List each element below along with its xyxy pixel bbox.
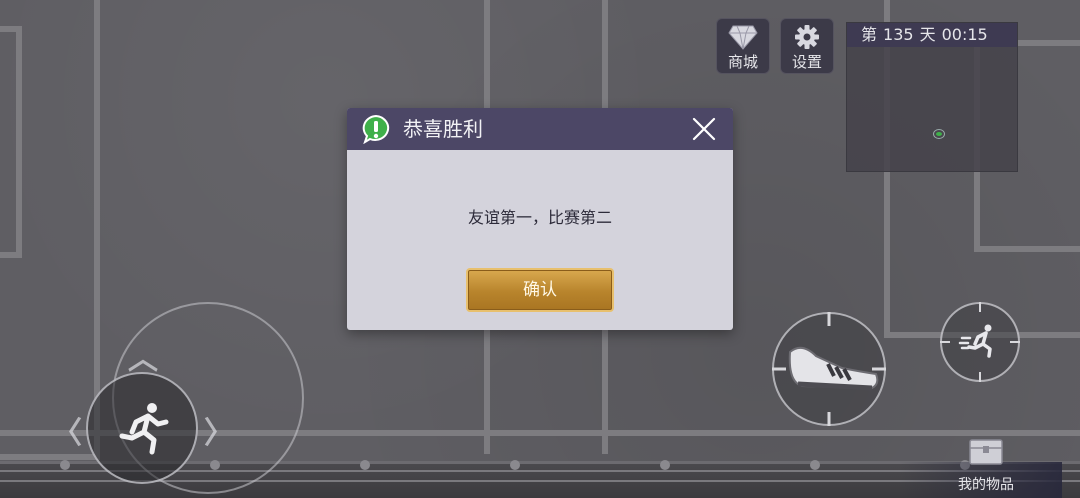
gear-icon bbox=[795, 25, 819, 49]
sneaker-crosshair-icon bbox=[772, 312, 886, 426]
dialog-title: 恭喜胜利 bbox=[403, 117, 483, 141]
game-scene: 商城 设置 第 135 天 00:15 ︿ 〈 〉 我的物品 恭喜胜利 友谊第一… bbox=[0, 0, 1080, 498]
settings-button[interactable]: 设置 bbox=[780, 18, 834, 74]
settings-label: 设置 bbox=[791, 53, 822, 71]
day-suffix: 天 bbox=[919, 25, 936, 44]
chevron-right-icon: 〉 bbox=[204, 416, 234, 451]
fence-post bbox=[810, 460, 820, 470]
close-icon[interactable] bbox=[691, 116, 717, 142]
inventory-button[interactable]: 我的物品 bbox=[900, 436, 1062, 498]
dialog-message: 友谊第一，比赛第二 bbox=[467, 208, 612, 227]
day-time-bar: 第 135 天 00:15 bbox=[847, 23, 1017, 47]
inventory-label: 我的物品 bbox=[958, 477, 1014, 493]
shop-label: 商城 bbox=[727, 53, 758, 71]
fence-post bbox=[360, 460, 370, 470]
victory-dialog: 恭喜胜利 友谊第一，比赛第二 确认 bbox=[347, 108, 733, 330]
court-line bbox=[0, 26, 22, 258]
sprint-icon bbox=[940, 302, 1020, 382]
day-prefix: 第 bbox=[861, 25, 878, 44]
day-number: 135 bbox=[883, 25, 914, 44]
confirm-button[interactable]: 确认 bbox=[466, 268, 614, 312]
kick-button[interactable] bbox=[772, 312, 886, 426]
fence-post bbox=[510, 460, 520, 470]
fence-post bbox=[660, 460, 670, 470]
treasure-chest-icon bbox=[969, 439, 1003, 465]
dialog-header: 恭喜胜利 bbox=[347, 108, 733, 150]
chevron-left-icon: 〈 bbox=[52, 416, 82, 451]
joystick-knob[interactable] bbox=[86, 372, 198, 484]
diamond-icon bbox=[728, 25, 758, 50]
exclamation-speech-bubble-icon bbox=[362, 114, 390, 144]
player-marker-icon bbox=[933, 129, 945, 139]
game-time: 00:15 bbox=[941, 25, 988, 44]
shop-button[interactable]: 商城 bbox=[716, 18, 770, 74]
fence-post bbox=[60, 460, 70, 470]
sprint-button[interactable] bbox=[940, 302, 1020, 382]
minimap[interactable]: 第 135 天 00:15 bbox=[846, 22, 1018, 172]
running-man-icon bbox=[119, 403, 169, 455]
